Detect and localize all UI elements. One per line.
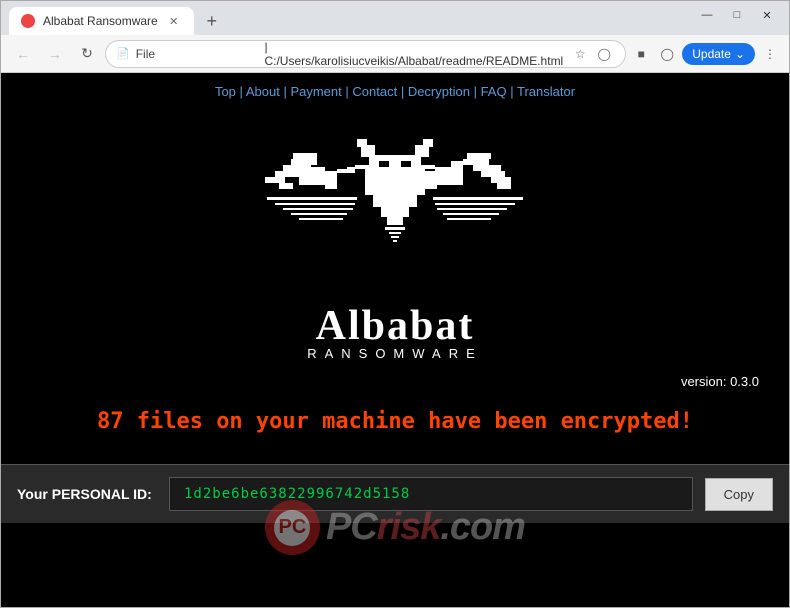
title-bar: Albabat Ransomware ✕ + — □ ✕ (1, 1, 789, 35)
logo-area: Albabat RANSOMWARE (1, 107, 789, 374)
nav-about[interactable]: About (246, 84, 280, 99)
url-text: | C:/Users/karolisiucveikis/Albabat/read… (264, 40, 563, 68)
reload-button[interactable]: ↻ (73, 40, 101, 68)
personal-id-bar: Your PERSONAL ID: 1d2be6be63822996742d51… (1, 464, 789, 523)
extensions-button[interactable]: ■ (630, 43, 652, 65)
bat-logo (265, 117, 525, 297)
version-label: version: (681, 374, 730, 389)
nav-decryption[interactable]: Decryption (408, 84, 470, 99)
close-button[interactable]: ✕ (753, 5, 781, 25)
profile-icon[interactable]: ◯ (656, 43, 678, 65)
navigation-bar: ← → ↻ 📄 File | C:/Users/karolisiucveikis… (1, 35, 789, 73)
new-tab-button[interactable]: + (198, 7, 226, 35)
window-controls: — □ ✕ (693, 5, 781, 31)
spacer (1, 444, 789, 464)
ransomware-nav: Top | About | Payment | Contact | Decryp… (1, 73, 789, 107)
address-actions: ☆ ◯ (569, 43, 615, 65)
profile-button[interactable]: ◯ (593, 43, 615, 65)
brand-title: Albabat (316, 302, 475, 350)
personal-id-label: Your PERSONAL ID: (17, 486, 157, 502)
version-value: 0.3.0 (730, 374, 759, 389)
minimize-button[interactable]: — (693, 5, 721, 25)
personal-id-value[interactable]: 1d2be6be63822996742d5158 (169, 477, 693, 511)
nav-translator[interactable]: Translator (517, 84, 575, 99)
version-row: version: 0.3.0 (1, 374, 789, 389)
update-label: Update (692, 47, 731, 61)
protocol-icon: 📄 (116, 47, 130, 60)
copy-button[interactable]: Copy (705, 478, 773, 511)
back-button[interactable]: ← (9, 40, 37, 68)
address-bar[interactable]: 📄 File | C:/Users/karolisiucveikis/Albab… (105, 40, 626, 68)
tab-favicon (21, 14, 35, 28)
update-button[interactable]: Update ⌄ (682, 43, 755, 65)
brand-subtitle: RANSOMWARE (307, 346, 483, 361)
right-controls: ■ ◯ Update ⌄ ⋮ (630, 43, 781, 65)
update-chevron: ⌄ (735, 47, 745, 61)
nav-payment[interactable]: Payment (290, 84, 341, 99)
nav-top[interactable]: Top (215, 84, 236, 99)
menu-button[interactable]: ⋮ (759, 43, 781, 65)
forward-button[interactable]: → (41, 40, 69, 68)
nav-contact[interactable]: Contact (352, 84, 397, 99)
nav-faq[interactable]: FAQ (481, 84, 507, 99)
page-content: Top | About | Payment | Contact | Decryp… (1, 73, 789, 607)
tab-area: Albabat Ransomware ✕ + (9, 1, 689, 35)
tab-title: Albabat Ransomware (43, 14, 158, 28)
tab-close-button[interactable]: ✕ (166, 13, 182, 29)
bookmark-button[interactable]: ☆ (569, 43, 591, 65)
encrypted-message: 87 files on your machine have been encry… (1, 394, 789, 444)
active-tab[interactable]: Albabat Ransomware ✕ (9, 7, 194, 35)
browser-window: Albabat Ransomware ✕ + — □ ✕ ← → ↻ 📄 Fil… (0, 0, 790, 608)
protocol-label: File (136, 47, 259, 61)
maximize-button[interactable]: □ (723, 5, 751, 25)
nav-links: Top | About | Payment | Contact | Decryp… (215, 84, 575, 99)
